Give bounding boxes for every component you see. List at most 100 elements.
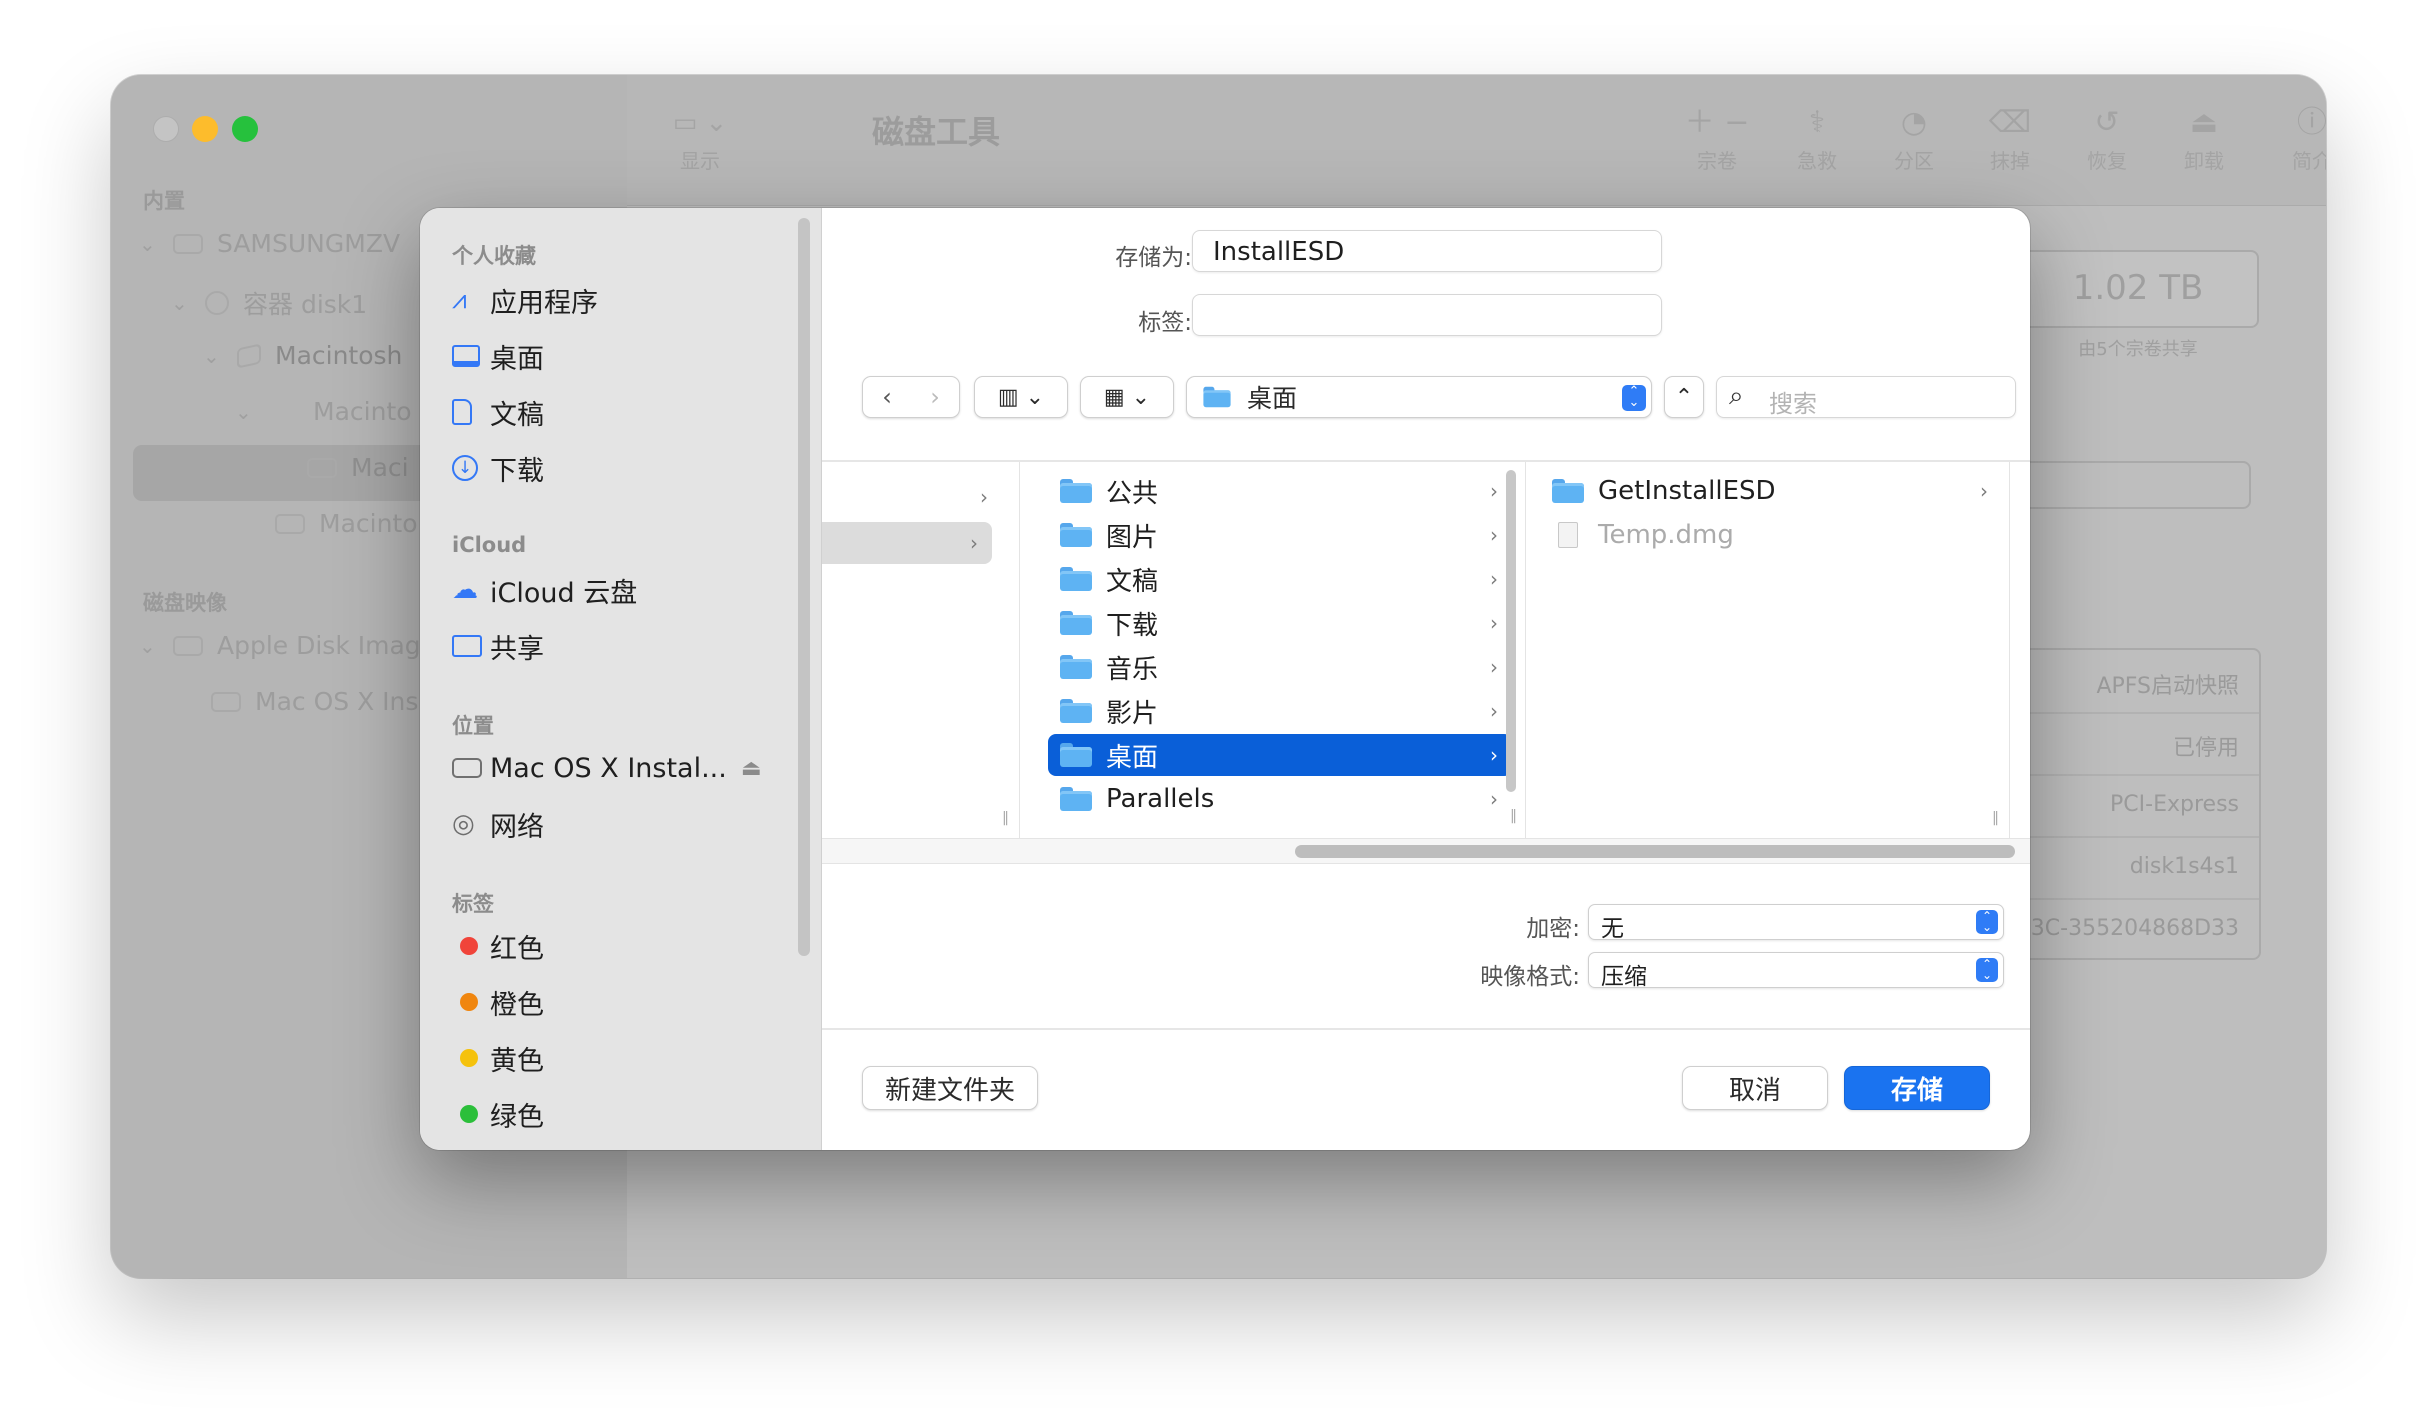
sidebar-item-downloads[interactable]: ↓ 下载 — [452, 448, 544, 488]
back-icon[interactable]: ‹ — [882, 383, 892, 411]
collapse-button[interactable]: ⌃ — [1664, 376, 1704, 418]
container-icon — [205, 291, 229, 315]
info-value: 83C-355204868D33 — [2016, 916, 2239, 941]
view-button[interactable]: ▭ ⌄ 显示 — [665, 103, 735, 174]
close-window-button[interactable] — [153, 116, 179, 142]
new-folder-button[interactable]: 新建文件夹 — [862, 1066, 1038, 1110]
sidebar-item-install-disk[interactable]: Mac OS X Instal... ⏏ — [452, 748, 762, 788]
desktop-icon — [452, 345, 490, 367]
shared-folder-icon — [452, 635, 490, 657]
chevron-down-icon[interactable]: ⌄ — [203, 344, 223, 368]
sidebar-scrollbar[interactable] — [798, 218, 810, 956]
chevron-down-icon[interactable]: ⌄ — [235, 400, 255, 424]
format-popup[interactable]: 压缩 ⌃ ⌄ — [1588, 952, 2004, 990]
sidebar-item-documents[interactable]: 文稿 — [452, 392, 544, 432]
group-button[interactable]: ▦ ⌄ — [1080, 376, 1174, 418]
sidebar-item-network[interactable]: ◎ 网络 — [452, 804, 544, 844]
cloud-icon: ☁ — [452, 575, 478, 605]
sidebar-item-applications[interactable]: ⩘ 应用程序 — [452, 280, 598, 320]
chevron-right-icon: › — [1490, 567, 1498, 591]
sidebar-section-internal: 内置 — [143, 189, 185, 213]
column-resize-handle[interactable]: ‖ — [1510, 808, 1517, 824]
plus-minus-icon: ＋ − — [1684, 105, 1750, 140]
chevron-down-icon[interactable]: ⌄ — [139, 232, 159, 256]
popup-stepper-icon: ⌃ ⌄ — [1622, 385, 1646, 411]
save-as-field[interactable]: InstallESD — [1192, 230, 1662, 272]
folder-row[interactable]: 公共 › — [1040, 470, 1512, 512]
back-forward-control[interactable]: ‹ › — [862, 376, 960, 418]
sidebar-volume-item[interactable]: ⌄ Macintosh — [203, 341, 402, 370]
sidebar-item-desktop[interactable]: 桌面 — [452, 336, 544, 376]
sidebar-volume-item[interactable]: Macinto — [275, 509, 418, 538]
column-scrollbar[interactable] — [1506, 470, 1516, 792]
sidebar-container-item[interactable]: ⌄ 容器 disk1 — [171, 285, 367, 321]
column-view-button[interactable]: ▥ ⌄ — [974, 376, 1068, 418]
forward-icon[interactable]: › — [930, 383, 940, 411]
sidebar-image-item[interactable]: ⌄ Apple Disk Imag — [139, 631, 421, 660]
folder-row[interactable]: 文稿 › — [1040, 558, 1512, 600]
download-icon: ↓ — [452, 455, 490, 481]
folder-icon — [1060, 699, 1092, 723]
sidebar-item-icloud-drive[interactable]: ☁ iCloud 云盘 — [452, 570, 637, 610]
info-table: APFS启动快照 已停用 PCI-Express disk1s4s1 83C-3… — [2017, 648, 2261, 960]
folder-icon — [1060, 611, 1092, 635]
erase-button[interactable]: ⌫ 抹掉 — [1975, 103, 2045, 174]
folder-row[interactable]: 影片 › — [1040, 690, 1512, 732]
column-resize-handle[interactable]: ‖ — [1002, 810, 1009, 826]
partition-button[interactable]: ◔ 分区 — [1879, 103, 1949, 174]
folder-row[interactable]: 音乐 › — [1040, 646, 1512, 688]
folder-icon — [1060, 787, 1092, 811]
layers-icon — [237, 342, 261, 369]
capacity-box: 1.02 TB — [2017, 250, 2259, 328]
sidebar-item-shared[interactable]: 共享 — [452, 626, 544, 666]
list-item[interactable]: › — [822, 476, 1002, 518]
restore-button[interactable]: ↺ 恢复 — [2072, 103, 2142, 174]
chevron-down-icon[interactable]: ⌄ — [139, 634, 159, 658]
location-popup[interactable]: 桌面 ⌃ ⌄ — [1186, 376, 1652, 418]
drive-icon — [173, 233, 203, 254]
list-item-selected[interactable]: › — [822, 522, 992, 564]
horizontal-scrollbar[interactable] — [1295, 845, 2015, 858]
first-aid-button[interactable]: ⚕ 急救 — [1782, 103, 1852, 174]
encryption-popup[interactable]: 无 ⌃ ⌄ — [1588, 904, 2004, 942]
chevron-down-icon[interactable]: ⌄ — [171, 291, 191, 315]
sidebar-section-images: 磁盘映像 — [143, 591, 227, 615]
minimize-window-button[interactable] — [192, 116, 218, 142]
toolbar: ▭ ⌄ 显示 磁盘工具 ＋ − 宗卷 ⚕ 急救 ◔ 分区 ⌫ 抹掉 ↺ 恢复 ⏏ 卸载 ⓘ 简… — [627, 75, 2326, 206]
info-button[interactable]: ⓘ 简介 — [2277, 103, 2326, 174]
sidebar-tag-green[interactable]: 绿色 — [452, 1094, 544, 1134]
folder-row[interactable]: Parallels › — [1040, 778, 1512, 820]
volume-button[interactable]: ＋ − 宗卷 — [1677, 103, 1757, 174]
save-as-label: 存储为: — [1115, 245, 1192, 271]
zoom-window-button[interactable] — [232, 116, 258, 142]
folder-row-selected[interactable]: 桌面 › — [1048, 734, 1512, 776]
green-tag-icon — [460, 1105, 478, 1123]
eject-icon[interactable]: ⏏ — [741, 756, 762, 781]
column-resize-handle[interactable]: ‖ — [1992, 810, 1999, 826]
popup-stepper-icon: ⌃ ⌄ — [1976, 910, 1998, 934]
unmount-button[interactable]: ⏏ 卸载 — [2169, 103, 2239, 174]
sidebar-volume-item[interactable]: ⌄ Macinto — [235, 397, 412, 426]
cancel-button[interactable]: 取消 — [1682, 1066, 1828, 1110]
sidebar-disk-item[interactable]: ⌄ SAMSUNGMZV — [139, 229, 400, 258]
sidebar-image-item[interactable]: Mac OS X Ins — [211, 687, 418, 716]
eject-icon: ⏏ — [2189, 105, 2219, 140]
sidebar-snapshot-item[interactable]: Maci — [307, 453, 409, 482]
pie-icon: ◔ — [1900, 105, 1928, 140]
save-button[interactable]: 存储 — [1844, 1066, 1990, 1110]
folder-row[interactable]: 图片 › — [1040, 514, 1512, 556]
folder-icon — [1203, 386, 1231, 408]
folder-row[interactable]: GetInstallESD › — [1532, 470, 2002, 512]
tags-field[interactable] — [1192, 294, 1662, 336]
restore-icon: ↺ — [2094, 105, 2120, 140]
chevron-up-icon: ⌃ — [1674, 384, 1694, 410]
grid-icon: ▦ ⌄ — [1103, 384, 1151, 410]
capacity-subtitle: 由5个宗卷共享 — [2078, 339, 2198, 360]
sidebar-tag-red[interactable]: 红色 — [452, 926, 544, 966]
sidebar-tag-yellow[interactable]: 黄色 — [452, 1038, 544, 1078]
folder-row[interactable]: 下载 › — [1040, 602, 1512, 644]
search-icon: ⌕ — [1729, 381, 1744, 411]
sidebar-tag-orange[interactable]: 橙色 — [452, 982, 544, 1022]
search-field[interactable]: ⌕ 搜索 — [1716, 376, 2016, 418]
drive-icon — [275, 513, 305, 534]
